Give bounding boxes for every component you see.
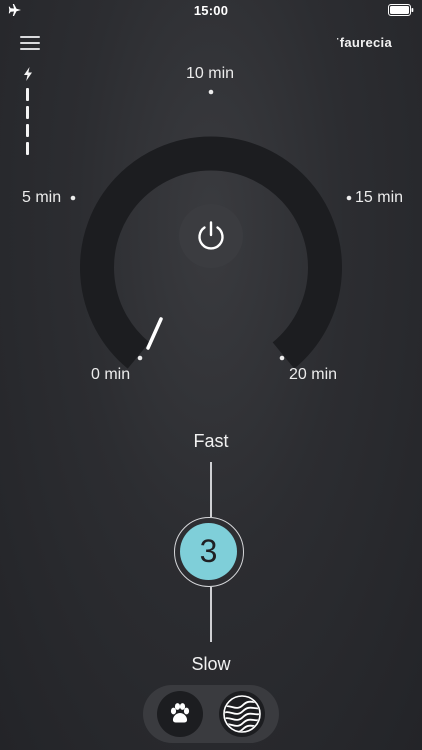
menu-button[interactable] <box>20 34 40 50</box>
wave-icon <box>223 695 261 733</box>
label-0-min: 0 min <box>91 366 131 383</box>
speed-fast-label: Fast <box>193 431 229 451</box>
label-15-min: 15 min <box>355 189 404 206</box>
tick-dot-20 <box>279 355 285 361</box>
speed-value: 3 <box>180 523 237 580</box>
status-bar: 15:00 <box>0 0 422 22</box>
status-time: 15:00 <box>193 3 229 18</box>
tick-dot-5 <box>70 195 76 201</box>
speed-slow-label: Slow <box>191 654 231 674</box>
label-20-min: 20 min <box>289 366 338 383</box>
brand-name: faurecia <box>339 35 392 50</box>
speed-slider-track-top[interactable] <box>210 462 212 517</box>
tick-dot-0 <box>137 355 143 361</box>
pet-mode-button[interactable] <box>157 691 203 737</box>
paw-icon <box>170 703 190 723</box>
power-icon <box>198 221 224 250</box>
battery-icon <box>388 4 414 16</box>
speed-slider-knob[interactable]: 3 <box>174 517 244 587</box>
label-5-min: 5 min <box>22 189 62 206</box>
power-button[interactable] <box>179 204 243 268</box>
tick-dot-10 <box>208 89 214 95</box>
label-10-min: 10 min <box>186 65 235 82</box>
speed-slider-track-bottom[interactable] <box>210 587 212 642</box>
mode-selector <box>143 685 279 743</box>
tick-dot-15 <box>346 195 352 201</box>
dial-handle[interactable] <box>146 317 163 350</box>
brand-logo: ·faurecia <box>336 34 392 50</box>
wave-mode-button[interactable] <box>219 691 265 737</box>
